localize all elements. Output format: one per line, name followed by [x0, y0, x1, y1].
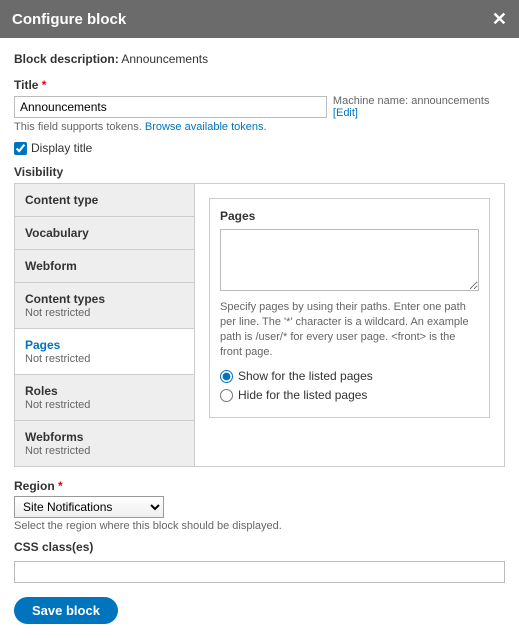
pages-help-text: Specify pages by using their paths. Ente…	[220, 300, 479, 359]
tab-title: Pages	[25, 338, 184, 352]
machine-name-edit-link[interactable]: [Edit]	[333, 107, 358, 119]
tab-title: Vocabulary	[25, 226, 184, 240]
dialog-header: Configure block ✕	[0, 0, 519, 38]
radio-hide-label: Hide for the listed pages	[238, 388, 367, 402]
css-form-item: CSS class(es)	[14, 540, 505, 583]
machine-name-label: Machine name:	[333, 95, 408, 107]
dialog-body: Block description: Announcements Title *…	[0, 38, 519, 638]
actions: Save block	[14, 597, 505, 624]
radio-show-row: Show for the listed pages	[220, 369, 479, 383]
region-help: Select the region where this block shoul…	[14, 520, 505, 532]
machine-name-wrapper: Machine name: announcements [Edit]	[333, 95, 505, 119]
tab-vocabulary[interactable]: Vocabulary	[15, 217, 194, 250]
token-help-text: This field supports tokens.	[14, 121, 142, 133]
token-help: This field supports tokens. Browse avail…	[14, 121, 505, 133]
block-description-label: Block description:	[14, 52, 119, 66]
display-title-label: Display title	[31, 141, 92, 155]
title-label: Title	[14, 78, 38, 92]
region-label: Region	[14, 479, 55, 493]
tab-content-type[interactable]: Content type	[15, 184, 194, 217]
required-marker: *	[42, 78, 47, 92]
tab-subtitle: Not restricted	[25, 399, 184, 411]
pages-textarea[interactable]	[220, 229, 479, 291]
radio-hide-row: Hide for the listed pages	[220, 388, 479, 402]
pages-legend: Pages	[220, 209, 479, 223]
radio-show[interactable]	[220, 370, 233, 383]
display-title-checkbox[interactable]	[14, 142, 27, 155]
vertical-tabs: Content type Vocabulary Webform Content …	[15, 184, 195, 466]
required-marker: *	[58, 479, 63, 493]
tab-title: Content type	[25, 193, 184, 207]
tab-title: Webform	[25, 259, 184, 273]
radio-hide[interactable]	[220, 389, 233, 402]
region-form-item: Region * Site Notifications Select the r…	[14, 479, 505, 532]
tab-subtitle: Not restricted	[25, 445, 184, 457]
pages-fieldset: Pages Specify pages by using their paths…	[209, 198, 490, 418]
tab-content-types[interactable]: Content types Not restricted	[15, 283, 194, 329]
tab-title: Webforms	[25, 430, 184, 444]
block-description: Block description: Announcements	[14, 52, 505, 66]
browse-tokens-link[interactable]: Browse available tokens.	[145, 121, 267, 133]
title-input[interactable]	[14, 96, 327, 118]
tab-subtitle: Not restricted	[25, 307, 184, 319]
save-button[interactable]: Save block	[14, 597, 118, 624]
tab-subtitle: Not restricted	[25, 353, 184, 365]
machine-name-value: announcements	[411, 95, 489, 107]
tab-panel-pages: Pages Specify pages by using their paths…	[195, 184, 504, 466]
css-class-input[interactable]	[14, 561, 505, 583]
close-icon[interactable]: ✕	[492, 10, 507, 28]
tab-webform[interactable]: Webform	[15, 250, 194, 283]
block-description-value: Announcements	[121, 52, 208, 66]
tab-pages[interactable]: Pages Not restricted	[15, 329, 194, 375]
tab-title: Content types	[25, 292, 184, 306]
css-label: CSS class(es)	[14, 540, 93, 554]
display-title-row: Display title	[14, 141, 505, 155]
title-form-item: Title * Machine name: announcements [Edi…	[14, 78, 505, 133]
tab-roles[interactable]: Roles Not restricted	[15, 375, 194, 421]
visibility-container: Content type Vocabulary Webform Content …	[14, 183, 505, 467]
tab-webforms[interactable]: Webforms Not restricted	[15, 421, 194, 466]
dialog-title: Configure block	[12, 11, 126, 28]
visibility-heading: Visibility	[14, 165, 505, 179]
radio-show-label: Show for the listed pages	[238, 369, 373, 383]
tab-title: Roles	[25, 384, 184, 398]
configure-block-dialog: Configure block ✕ Block description: Ann…	[0, 0, 519, 638]
region-select[interactable]: Site Notifications	[14, 496, 164, 518]
